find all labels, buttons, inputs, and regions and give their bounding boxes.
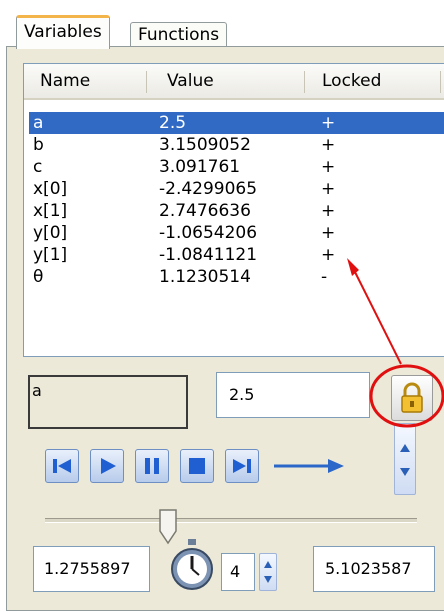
table-row[interactable]: a 2.5 +: [29, 112, 444, 134]
variable-value-field[interactable]: 2.5: [216, 372, 370, 418]
variables-list[interactable]: Name Value Locked a 2.5 + b 3.1509052 + …: [23, 63, 444, 357]
lock-button[interactable]: [391, 375, 433, 421]
table-row[interactable]: x[0] -2.4299065 +: [29, 178, 444, 200]
spinner-arrows-icon: [264, 561, 272, 583]
row-value: 1.1230514: [159, 267, 251, 287]
pause-button[interactable]: [135, 449, 169, 483]
row-locked: +: [321, 223, 336, 243]
row-locked: -: [321, 267, 328, 287]
tab-functions[interactable]: Functions: [130, 22, 228, 47]
column-header-locked[interactable]: Locked: [322, 64, 381, 98]
row-locked: +: [321, 157, 336, 177]
row-name: y[0]: [33, 223, 68, 243]
steps-spinner[interactable]: [259, 553, 277, 591]
row-value: 2.5: [159, 113, 187, 133]
row-name: x[0]: [33, 179, 68, 199]
variable-name-field[interactable]: a: [28, 375, 188, 429]
stop-icon: [189, 458, 205, 474]
row-locked: +: [321, 245, 336, 265]
time-slider[interactable]: [45, 509, 417, 549]
skip-to-end-button[interactable]: [225, 449, 259, 483]
row-locked: +: [321, 179, 336, 199]
tab-variables[interactable]: Variables: [16, 15, 110, 49]
row-locked: +: [321, 113, 336, 133]
column-separator[interactable]: [146, 71, 147, 93]
spinner-arrows-icon: [400, 444, 410, 476]
row-locked: +: [321, 201, 336, 221]
table-row[interactable]: x[1] 2.7476636 +: [29, 200, 444, 222]
skip-to-start-icon: [53, 459, 71, 473]
column-header-name[interactable]: Name: [40, 64, 90, 98]
max-value-field[interactable]: 5.1023587: [313, 546, 435, 592]
table-row[interactable]: θ 1.1230514 -: [29, 266, 444, 288]
row-name: θ: [33, 267, 44, 287]
tab-functions-label: Functions: [138, 25, 220, 45]
row-name: b: [33, 135, 44, 155]
arrow-right-icon: [274, 459, 344, 473]
column-header-value[interactable]: Value: [167, 64, 214, 98]
row-value: -1.0841121: [159, 245, 258, 265]
padlock-icon: [401, 382, 423, 413]
skip-to-start-button[interactable]: [45, 449, 79, 483]
row-name: a: [33, 113, 44, 133]
row-value: 3.091761: [159, 157, 241, 177]
row-value: 2.7476636: [159, 201, 251, 221]
pause-icon: [145, 458, 159, 474]
play-icon: [101, 458, 116, 474]
table-row[interactable]: y[1] -1.0841121 +: [29, 244, 444, 266]
row-value: -2.4299065: [159, 179, 258, 199]
row-name: c: [33, 157, 43, 177]
min-value-field[interactable]: 1.2755897: [33, 546, 150, 592]
play-button[interactable]: [90, 449, 124, 483]
row-name: x[1]: [33, 201, 68, 221]
column-separator[interactable]: [304, 71, 305, 93]
table-row[interactable]: y[0] -1.0654206 +: [29, 222, 444, 244]
row-name: y[1]: [33, 245, 68, 265]
stopwatch-icon: [171, 539, 213, 590]
column-separator[interactable]: [440, 71, 441, 93]
table-row[interactable]: b 3.1509052 +: [29, 134, 444, 156]
row-value: -1.0654206: [159, 223, 258, 243]
steps-field[interactable]: 4: [221, 553, 255, 591]
speed-spinner[interactable]: [394, 423, 416, 495]
row-value: 3.1509052: [159, 135, 251, 155]
table-row[interactable]: c 3.091761 +: [29, 156, 444, 178]
tab-variables-label: Variables: [24, 22, 102, 42]
row-locked: +: [321, 135, 336, 155]
list-header: Name Value Locked: [24, 64, 444, 100]
skip-to-end-icon: [233, 459, 251, 473]
stop-button[interactable]: [180, 449, 214, 483]
